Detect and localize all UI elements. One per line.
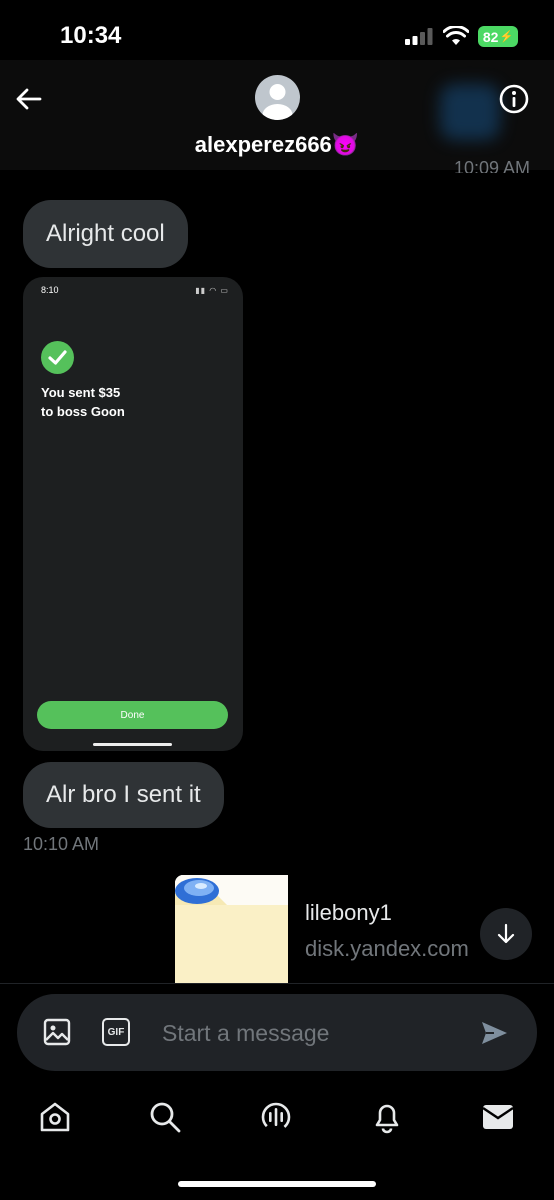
conversation-header: alexperez666😈 xyxy=(0,60,554,170)
search-icon[interactable] xyxy=(147,1099,183,1135)
message-text: Alright cool xyxy=(46,220,165,247)
attachment-home-indicator xyxy=(93,743,172,746)
message-bubble[interactable]: Alr bro I sent it xyxy=(23,762,224,828)
link-title: lilebony1 xyxy=(305,900,392,925)
home-icon[interactable] xyxy=(37,1099,73,1135)
send-icon[interactable] xyxy=(479,1018,509,1048)
composer-divider xyxy=(0,983,554,984)
previous-message-time: 10:09 AM xyxy=(453,161,530,173)
scroll-to-bottom-button[interactable] xyxy=(480,908,532,960)
payment-line-2: to boss Goon xyxy=(41,404,125,419)
cellular-signal-icon xyxy=(405,28,433,45)
folder-thumbnail xyxy=(175,875,288,983)
default-avatar-icon xyxy=(262,84,293,120)
blurred-region xyxy=(440,84,500,140)
attachment-done-button: Done xyxy=(37,701,228,729)
battery-indicator: 82 ⚡ xyxy=(478,26,518,47)
message-text: Alr bro I sent it xyxy=(46,781,201,808)
message-input[interactable] xyxy=(162,1014,462,1052)
gif-button[interactable]: GIF xyxy=(102,1018,130,1046)
home-indicator xyxy=(178,1181,376,1187)
arrow-down-icon xyxy=(497,923,515,944)
contact-avatar[interactable] xyxy=(255,75,300,120)
payment-confirmation-text: You sent $35 to boss Goon xyxy=(41,383,221,421)
devil-emoji: 😈 xyxy=(331,132,360,157)
back-arrow-icon[interactable] xyxy=(14,84,44,114)
image-attachment[interactable]: 8:10 ▮▮ ◠ ▭ You sent $35 to boss Goon Do… xyxy=(23,277,243,751)
message-composer: GIF xyxy=(17,994,537,1071)
wifi-icon xyxy=(443,26,469,45)
folder-icon xyxy=(175,875,288,983)
info-icon[interactable] xyxy=(498,83,530,115)
link-domain: disk.yandex.com xyxy=(305,936,469,961)
spaces-icon[interactable] xyxy=(258,1099,294,1135)
attachment-status-time: 8:10 xyxy=(41,285,59,295)
battery-level: 82 xyxy=(482,28,499,45)
image-icon[interactable] xyxy=(43,1018,71,1046)
charging-icon: ⚡ xyxy=(499,31,514,43)
attachment-status-icons: ▮▮ ◠ ▭ xyxy=(195,286,229,295)
notifications-icon[interactable] xyxy=(369,1099,405,1135)
message-timestamp: 10:10 AM xyxy=(23,834,100,854)
contact-name-text: alexperez666 xyxy=(194,132,332,157)
payment-line-1: You sent $35 xyxy=(41,385,121,400)
messages-icon[interactable] xyxy=(480,1099,516,1135)
status-time: 10:34 xyxy=(60,22,122,49)
checkmark-icon xyxy=(41,341,74,374)
message-bubble[interactable]: Alright cool xyxy=(23,200,188,268)
